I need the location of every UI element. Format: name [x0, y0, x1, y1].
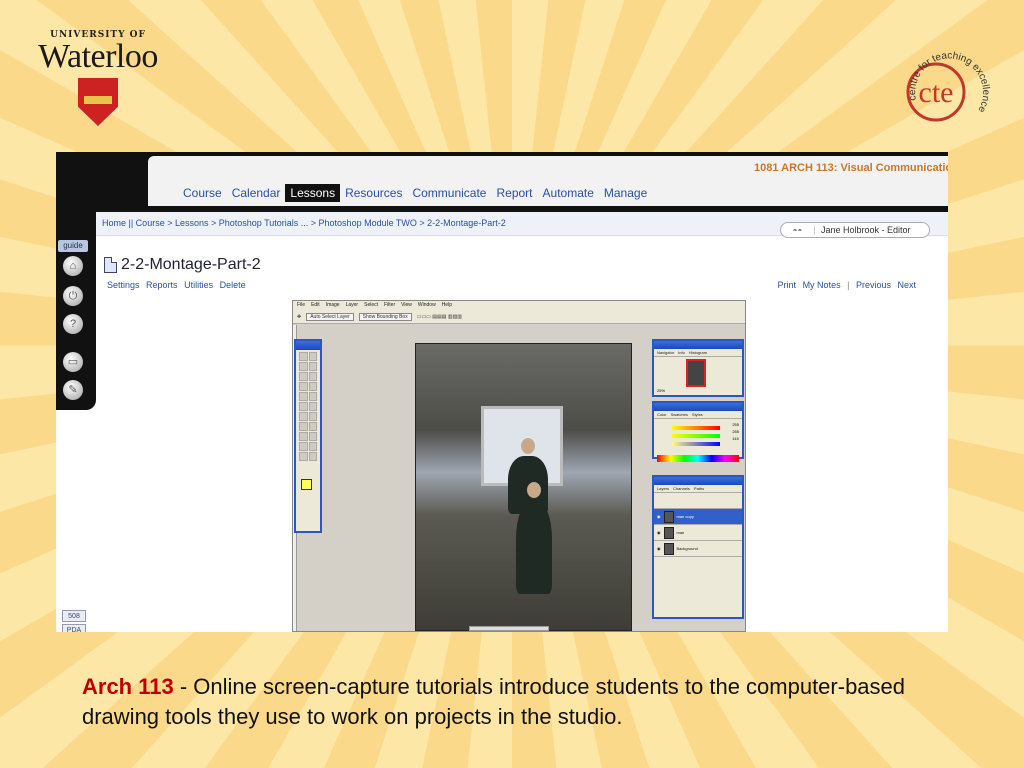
editor-name: Jane Holbrook - Editor — [821, 225, 911, 235]
menu-lessons[interactable]: Lessons — [285, 184, 341, 202]
ps-color-panel: Color Swatches Styles 255 255 115 — [652, 401, 744, 462]
ps-menu-edit: Edit — [311, 302, 320, 308]
ps-toolbox — [294, 339, 322, 533]
menu-automate[interactable]: Automate — [538, 184, 599, 202]
ps-color-values: 255 255 115 — [732, 422, 739, 441]
caption-course: Arch 113 — [82, 674, 174, 699]
print-link[interactable]: Print — [778, 280, 797, 290]
ps-options-bar: ✥ Auto Select Layer Show Bounding Box ▭▭… — [293, 310, 745, 324]
ps-auto-select-option: Auto Select Layer — [306, 312, 354, 321]
eye-icon: ◉ — [657, 530, 661, 535]
ps-menu-layer: Layer — [345, 302, 359, 308]
layer-row: ◉ man — [654, 525, 742, 541]
settings-link[interactable]: Settings — [107, 280, 140, 290]
lms-screenshot: guide ⌂ ⏻ ? ▭ ✎ 508 PDA 1081 ARCH 113: V… — [56, 152, 948, 632]
caption-text: - Online screen-capture tutorials introd… — [82, 674, 906, 729]
ps-menu-select: Select — [364, 302, 379, 308]
page-actions-right: Print My Notes | Previous Next — [774, 280, 916, 290]
ps-menu-help: Help — [441, 302, 452, 308]
ps-menu-image: Image — [325, 302, 340, 308]
folder-icon[interactable]: ▭ — [63, 352, 83, 372]
main-menu: Course Calendar Lessons Resources Commun… — [178, 184, 652, 202]
layer-row: ◉ man copy — [654, 509, 742, 525]
course-title: 1081 ARCH 113: Visual Communication 2 — [754, 162, 948, 174]
eye-icon: ◉ — [657, 546, 661, 551]
ps-menu-view: View — [401, 302, 412, 308]
help-icon[interactable]: ? — [63, 314, 83, 334]
power-icon[interactable]: ⏻ — [63, 286, 83, 306]
page-title: 2-2-Montage-Part-2 — [104, 256, 261, 274]
breadcrumb-bar: Home || Course > Lessons > Photoshop Tut… — [96, 212, 948, 238]
ps-canvas-photo — [415, 343, 632, 631]
menu-course[interactable]: Course — [178, 184, 227, 202]
eye-icon: ◉ — [657, 514, 661, 519]
top-bar: 1081 ARCH 113: Visual Communication 2 Co… — [92, 152, 948, 212]
uw-shield-icon — [78, 78, 118, 126]
foreground-color-swatch — [301, 479, 312, 490]
home-icon[interactable]: ⌂ — [63, 256, 83, 276]
ps-menu-bar: File Edit Image Layer Select Filter View… — [293, 301, 745, 310]
menu-communicate[interactable]: Communicate — [407, 184, 491, 202]
ps-menu-file: File — [297, 302, 306, 308]
breadcrumb[interactable]: Home || Course > Lessons > Photoshop Tut… — [102, 218, 506, 228]
color-spectrum — [657, 455, 739, 462]
uw-logo-wordmark: Waterloo — [38, 38, 158, 75]
menu-manage[interactable]: Manage — [599, 184, 652, 202]
uw-logo: UNIVERSITY OF Waterloo — [28, 30, 168, 126]
align-icons: ▭▭▭ ▤▤▤ ▥▥▥ — [416, 313, 463, 320]
delete-link[interactable]: Delete — [220, 280, 246, 290]
next-link[interactable]: Next — [897, 280, 916, 290]
ps-bounding-box-option: Show Bounding Box — [358, 312, 412, 321]
slide-caption: Arch 113 - Online screen-capture tutoria… — [82, 672, 962, 732]
left-rail: guide ⌂ ⏻ ? ▭ ✎ 508 PDA — [56, 152, 96, 632]
ps-menu-filter: Filter — [384, 302, 396, 308]
ps-scrollbar — [469, 626, 549, 631]
move-tool-icon: ✥ — [297, 313, 302, 320]
cte-logo: cte centre for teaching excellence — [906, 50, 991, 122]
ps-navigator-panel: Navigator Info Histogram 25% — [652, 339, 744, 397]
document-icon — [104, 257, 117, 273]
my-notes-link[interactable]: My Notes — [803, 280, 841, 290]
menu-report[interactable]: Report — [491, 184, 537, 202]
ps-menu-window: Window — [417, 302, 436, 308]
menu-resources[interactable]: Resources — [340, 184, 407, 202]
separator: | — [847, 280, 850, 290]
guide-tab[interactable]: guide — [58, 240, 88, 252]
wrench-icon[interactable]: ✎ — [63, 380, 83, 400]
ps-zoom: 25% — [657, 388, 666, 393]
cte-mark: cte — [919, 76, 954, 109]
page-title-text: 2-2-Montage-Part-2 — [121, 256, 261, 273]
badge-508[interactable]: 508 — [62, 610, 86, 622]
glasses-icon: ◓◓ — [781, 225, 815, 235]
badge-pda[interactable]: PDA — [62, 624, 86, 632]
navigator-thumbnail — [686, 359, 706, 387]
photoshop-screenshot: File Edit Image Layer Select Filter View… — [292, 300, 746, 632]
menu-calendar[interactable]: Calendar — [227, 184, 286, 202]
reports-link[interactable]: Reports — [146, 280, 178, 290]
editor-pill[interactable]: ◓◓ Jane Holbrook - Editor — [780, 222, 930, 238]
layer-row: ◉ Background — [654, 541, 742, 557]
photo-person — [516, 502, 552, 594]
ps-layers-panel: Layers Channels Paths ◉ man copy ◉ man ◉… — [652, 475, 744, 619]
page-actions-left: Settings Reports Utilities Delete — [107, 280, 250, 290]
previous-link[interactable]: Previous — [856, 280, 891, 290]
utilities-link[interactable]: Utilities — [184, 280, 213, 290]
